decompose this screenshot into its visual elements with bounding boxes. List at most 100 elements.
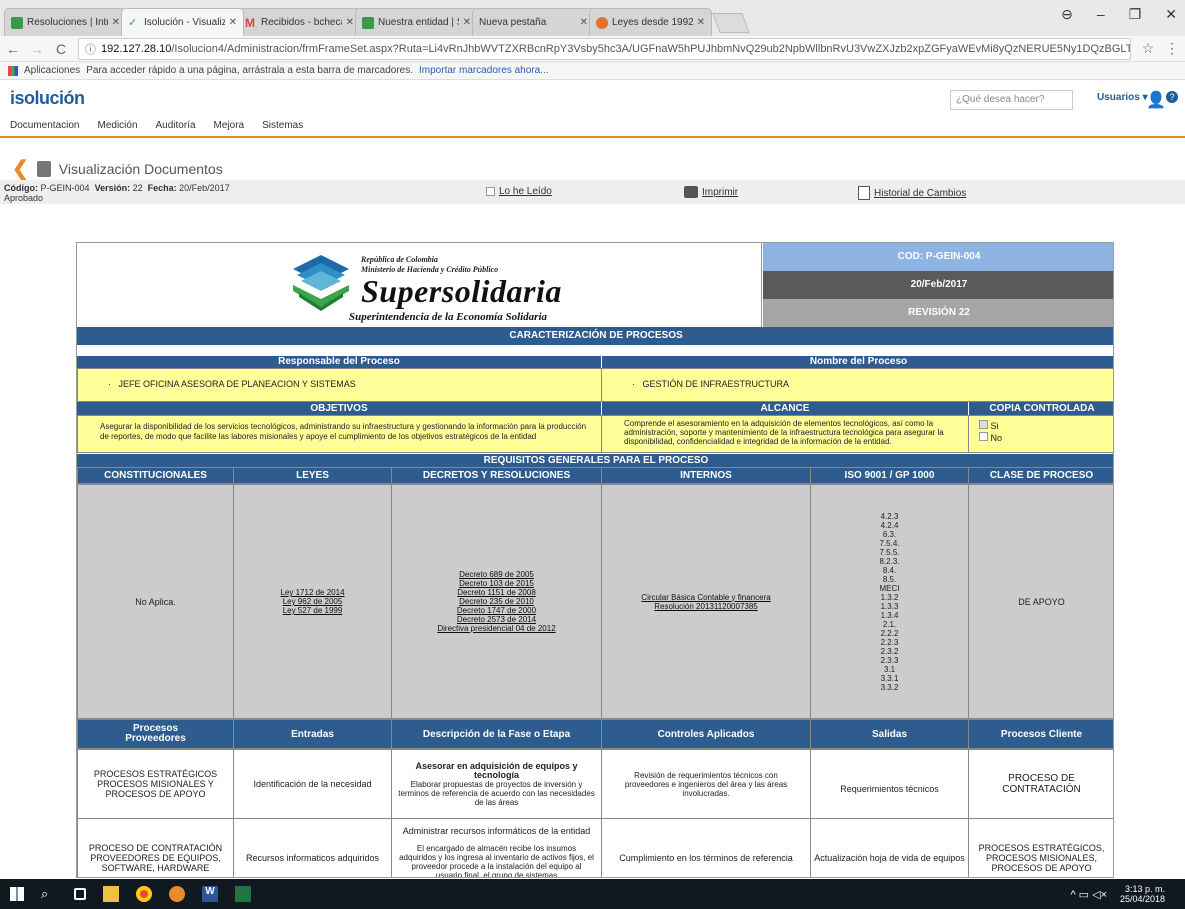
close-tab-icon[interactable]: ✕ bbox=[697, 17, 705, 28]
search-input[interactable]: ¿Qué desea hacer? bbox=[950, 90, 1073, 110]
new-tab-button[interactable] bbox=[712, 13, 750, 33]
search-icon[interactable]: ⌕ bbox=[41, 886, 57, 902]
browser-tab[interactable]: Nueva pestaña ✕ bbox=[472, 8, 595, 36]
phase-header-descripcion: Descripción de la Fase o Etapa bbox=[391, 719, 602, 749]
firefox-icon[interactable] bbox=[169, 886, 185, 902]
menu-documentacion[interactable]: Documentacion bbox=[10, 120, 79, 131]
browser-tab-active[interactable]: ✓Isolución - Visualizació✕ bbox=[121, 8, 244, 36]
row2-salidas: Actualización hoja de vida de equipos bbox=[810, 818, 969, 877]
usuarios-dropdown[interactable]: Usuarios ▾ bbox=[1097, 92, 1148, 103]
browser-menu-icon[interactable]: ⋮ bbox=[1165, 40, 1179, 57]
copia-header: COPIA CONTROLADA bbox=[969, 402, 1113, 415]
nombre-header: Nombre del Proceso bbox=[602, 356, 1113, 368]
browser-tab[interactable]: Leyes desde 1992 - Vige✕ bbox=[589, 8, 712, 36]
browser-tab[interactable]: MRecibidos - bcheca@sup✕ bbox=[238, 8, 361, 36]
import-bookmarks-link[interactable]: Importar marcadores ahora... bbox=[419, 65, 549, 76]
phase-header-controles: Controles Aplicados bbox=[601, 719, 811, 749]
help-icon[interactable]: ? bbox=[1166, 91, 1178, 103]
browser-tab[interactable]: Resoluciones | Intranet S✕ bbox=[4, 8, 127, 36]
document-meta: Código: P-GEIN-004 Versión: 22 Fecha: 20… bbox=[4, 183, 230, 203]
ley-link[interactable]: Ley 1712 de 2014 bbox=[280, 588, 344, 597]
close-tab-icon[interactable]: ✕ bbox=[346, 17, 354, 28]
req-header-clase: CLASE DE PROCESO bbox=[968, 467, 1113, 484]
maximize-icon[interactable]: ❐ bbox=[1129, 6, 1142, 23]
close-tab-icon[interactable]: ✕ bbox=[580, 17, 588, 28]
copia-no-option[interactable]: No bbox=[979, 432, 1104, 444]
task-view-icon[interactable] bbox=[74, 888, 86, 900]
entity-name: Supersolidaria bbox=[361, 273, 562, 309]
excel-icon[interactable] bbox=[235, 886, 251, 902]
close-tab-icon[interactable]: ✕ bbox=[463, 17, 471, 28]
isolucion-logo[interactable]: isolución bbox=[10, 88, 85, 109]
menu-sistemas[interactable]: Sistemas bbox=[262, 120, 303, 131]
minimize-icon[interactable]: – bbox=[1097, 6, 1105, 23]
menu-medicion[interactable]: Medición bbox=[97, 120, 137, 131]
check-favicon-icon: ✓ bbox=[128, 16, 138, 29]
decreto-link[interactable]: Decreto 689 de 2005 bbox=[459, 570, 534, 579]
interno-link[interactable]: Circular Básica Contable y financera bbox=[641, 593, 770, 602]
word-icon[interactable]: W bbox=[202, 886, 218, 902]
checkbox-icon[interactable] bbox=[979, 432, 988, 441]
row2-entradas: Recursos informaticos adquiridos bbox=[233, 818, 392, 877]
file-explorer-icon[interactable] bbox=[103, 886, 119, 902]
copia-si-option[interactable]: Si bbox=[979, 420, 1104, 432]
taskbar-clock[interactable]: 3:13 p. m. 25/04/2018 bbox=[1120, 884, 1165, 904]
profile-icon[interactable]: ⊖ bbox=[1061, 6, 1073, 23]
bookmark-star-icon[interactable]: ☆ bbox=[1141, 40, 1155, 57]
row2-controles: Cumplimiento en los términos de referenc… bbox=[601, 818, 811, 877]
close-tab-icon[interactable]: ✕ bbox=[112, 17, 120, 28]
site-favicon-icon bbox=[362, 16, 374, 29]
menu-auditoria[interactable]: Auditoría bbox=[156, 120, 196, 131]
ley-link[interactable]: Ley 527 de 1999 bbox=[283, 606, 343, 615]
supersolidaria-logo-icon bbox=[293, 255, 349, 311]
decreto-link[interactable]: Decreto 1747 de 2000 bbox=[457, 606, 536, 615]
objetivos-header: OBJETIVOS bbox=[77, 402, 601, 415]
decreto-link[interactable]: Decreto 235 de 2010 bbox=[459, 597, 534, 606]
chrome-icon[interactable] bbox=[136, 886, 152, 902]
leyes-cell: Ley 1712 de 2014 Ley 962 de 2005 Ley 527… bbox=[233, 484, 392, 719]
decreto-link[interactable]: Directiva presidencial 04 de 2012 bbox=[437, 624, 555, 633]
responsable-header: Responsable del Proceso bbox=[77, 356, 601, 368]
req-header-decretos: DECRETOS Y RESOLUCIONES bbox=[391, 467, 602, 484]
revision-cell: REVISIÓN 22 bbox=[763, 299, 1113, 327]
row1-controles: Revisión de requerimientos técnicos con … bbox=[601, 749, 811, 819]
close-tab-icon[interactable]: ✕ bbox=[229, 17, 237, 28]
printer-icon bbox=[684, 186, 698, 198]
gmail-favicon-icon: M bbox=[245, 15, 255, 30]
close-window-icon[interactable]: ✕ bbox=[1165, 6, 1177, 23]
row1-entradas: Identificación de la necesidad bbox=[233, 749, 392, 819]
ley-link[interactable]: Ley 962 de 2005 bbox=[283, 597, 343, 606]
menu-mejora[interactable]: Mejora bbox=[214, 120, 245, 131]
phase-header-cliente: Procesos Cliente bbox=[968, 719, 1113, 749]
site-favicon-icon bbox=[596, 16, 608, 29]
forward-arrow-icon[interactable]: → bbox=[30, 41, 44, 57]
apps-link[interactable]: Aplicaciones bbox=[24, 65, 80, 76]
checkbox-checked-icon[interactable] bbox=[979, 420, 988, 429]
row2-cliente: PROCESOS ESTRATÉGICOS, PROCESOS MISIONAL… bbox=[968, 818, 1113, 877]
date-cell: 20/Feb/2017 bbox=[763, 271, 1113, 299]
row2-proveedores: PROCESO DE CONTRATACIÓN PROVEEDORES DE E… bbox=[77, 818, 234, 877]
apps-grid-icon[interactable] bbox=[8, 65, 18, 76]
imprimir-button[interactable]: Imprimir bbox=[684, 186, 738, 198]
decreto-link[interactable]: Decreto 103 de 2015 bbox=[459, 579, 534, 588]
decreto-link[interactable]: Decreto 1151 de 2008 bbox=[457, 588, 536, 597]
entity-subtitle: Superintendencia de la Economía Solidari… bbox=[349, 311, 548, 323]
status-text: Aprobado bbox=[4, 193, 44, 203]
lo-he-leido-checkbox[interactable]: Lo he Leído bbox=[486, 186, 552, 197]
system-tray-icons[interactable]: ^ ▭ ◁× bbox=[1070, 888, 1107, 901]
interno-link[interactable]: Resolución 20131120007385 bbox=[654, 602, 758, 611]
constitucionales-cell: No Aplica. bbox=[77, 484, 234, 719]
browser-tab[interactable]: Nuestra entidad | Supers✕ bbox=[355, 8, 478, 36]
back-arrow-icon[interactable]: ← bbox=[6, 41, 20, 57]
info-icon[interactable]: ⓘ bbox=[85, 41, 96, 57]
reload-icon[interactable]: C bbox=[54, 41, 68, 57]
windows-start-icon[interactable] bbox=[10, 887, 24, 901]
windows-taskbar: ⌕ W ^ ▭ ◁× 3:13 p. m. 25/04/2018 bbox=[0, 879, 1185, 909]
user-avatar-icon[interactable]: 👤 bbox=[1146, 90, 1166, 110]
url-input[interactable]: ⓘ 192.127.28.10/Isolucion4/Administracio… bbox=[78, 37, 1131, 60]
decreto-link[interactable]: Decreto 2573 de 2014 bbox=[457, 615, 536, 624]
historial-button[interactable]: Historial de Cambios bbox=[858, 186, 966, 200]
checkbox-icon[interactable] bbox=[486, 187, 495, 196]
row1-descripcion: Asesorar en adquisición de equipos y tec… bbox=[391, 749, 602, 819]
back-chevron-icon[interactable]: ❮ bbox=[12, 156, 29, 181]
